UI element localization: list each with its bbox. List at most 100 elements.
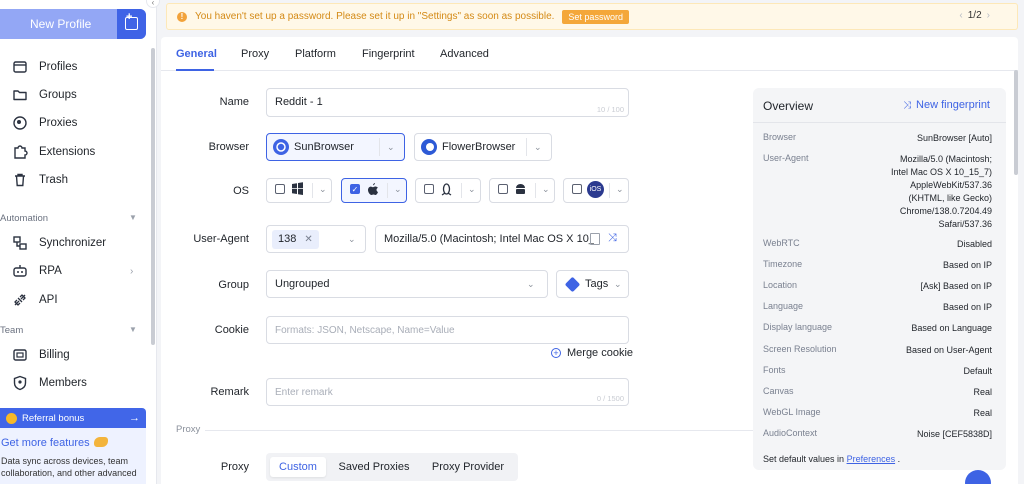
merge-cookie-button[interactable]: + Merge cookie [551, 347, 633, 359]
dropdown-separator [379, 138, 380, 156]
close-icon[interactable]: ✕ [304, 234, 312, 245]
globe-icon [12, 115, 28, 131]
proxy-option-saved[interactable]: Saved Proxies [333, 457, 415, 477]
user-agent-input[interactable]: Mozilla/5.0 (Macintosh; Intel Mac OS X 1… [375, 225, 629, 253]
cookie-input[interactable]: Formats: JSON, Netscape, Name=Value [266, 316, 629, 344]
chevron-down-icon: ▼ [129, 325, 137, 334]
referral-header: Referral bonus → [0, 408, 146, 428]
chevron-down-icon[interactable]: ⌄ [616, 184, 624, 195]
shuffle-icon[interactable]: ⤨ [608, 232, 617, 245]
remark-counter: 0 / 1500 [596, 394, 624, 403]
sidebar-scrollbar[interactable] [151, 48, 155, 345]
sidebar-item-profiles[interactable]: Profiles [12, 56, 77, 78]
chevron-down-icon[interactable]: ⌄ [534, 142, 542, 153]
trash-icon [12, 172, 28, 188]
referral-description: Data sync across devices, team collabora… [1, 456, 137, 478]
proxy-option-custom[interactable]: Custom [270, 457, 326, 477]
puzzle-icon [12, 144, 28, 160]
referral-title[interactable]: Get more features [1, 437, 108, 449]
chevron-down-icon[interactable]: ⌄ [348, 234, 356, 245]
sidebar-item-members[interactable]: Members [12, 372, 87, 394]
browser-label: Browser [208, 141, 249, 153]
sidebar-item-label: Members [39, 377, 87, 389]
overview-key: AudioContext [763, 428, 818, 438]
automation-title: Automation [0, 213, 49, 224]
android-checkbox[interactable] [498, 184, 508, 194]
ios-checkbox[interactable] [572, 184, 582, 194]
arrow-right-icon[interactable]: → [129, 412, 140, 424]
new-fingerprint-button[interactable]: ⤨ New fingerprint [903, 99, 990, 111]
section-title-team[interactable]: Team ▼ [0, 325, 140, 336]
remark-label: Remark [210, 386, 249, 398]
remark-input[interactable]: Enter remark 0 / 1500 [266, 378, 629, 406]
chevron-down-icon[interactable]: ⌄ [468, 184, 476, 195]
sidebar-item-extensions[interactable]: Extensions [12, 141, 95, 163]
os-option-macos[interactable]: ✓ ⌄ [341, 178, 407, 203]
os-option-linux[interactable]: ⌄ [415, 178, 481, 203]
sidebar-item-rpa[interactable]: RPA › [12, 260, 152, 282]
warning-icon: ! [177, 11, 187, 22]
sidebar-item-synchronizer[interactable]: Synchronizer [12, 232, 106, 254]
tab-general[interactable]: General [176, 48, 217, 60]
os-label: OS [233, 185, 249, 197]
chevron-right-icon[interactable]: › [987, 10, 990, 21]
name-input[interactable]: Reddit - 1 10 / 100 [266, 88, 629, 117]
overview-value: Real [973, 387, 992, 397]
sidebar-item-label: Billing [39, 349, 70, 361]
new-profile-button[interactable]: New Profile + [0, 9, 146, 39]
sidebar-item-label: Profiles [39, 61, 78, 73]
browser-option-sunbrowser[interactable]: SunBrowser ⌄ [266, 133, 405, 161]
linux-checkbox[interactable] [424, 184, 434, 194]
team-title: Team [0, 325, 24, 336]
chevron-down-icon[interactable]: ⌄ [527, 279, 535, 290]
chevron-down-icon[interactable]: ⌄ [387, 142, 395, 153]
sidebar-item-trash[interactable]: Trash [12, 169, 68, 191]
sidebar-item-billing[interactable]: Billing [12, 344, 70, 366]
section-divider [205, 430, 845, 431]
os-option-windows[interactable]: ⌄ [266, 178, 332, 203]
sidebar-item-label: RPA [39, 265, 62, 277]
section-title-automation[interactable]: Automation ▼ [0, 213, 140, 224]
tags-label: Tags [585, 278, 609, 290]
main-scrollbar[interactable] [1014, 70, 1018, 175]
banner-page: 1/2 [967, 10, 982, 21]
browser-option-flowerbrowser[interactable]: FlowerBrowser ⌄ [414, 133, 552, 161]
tab-proxy[interactable]: Proxy [241, 48, 269, 60]
os-option-android[interactable]: ⌄ [489, 178, 555, 203]
sidebar-item-proxies[interactable]: Proxies [12, 112, 77, 134]
overview-value: Disabled [956, 239, 992, 249]
sidebar-item-label: Extensions [39, 146, 96, 158]
chevron-down-icon[interactable]: ⌄ [614, 279, 622, 290]
windows-checkbox[interactable] [275, 184, 285, 194]
overview-footer: Set default values in Preferences . [763, 454, 900, 464]
remark-placeholder: Enter remark [275, 387, 333, 398]
sidebar-item-groups[interactable]: Groups [12, 84, 77, 106]
proxy-option-provider[interactable]: Proxy Provider [423, 457, 513, 477]
set-password-button[interactable]: Set password [562, 9, 629, 24]
group-select[interactable]: Ungrouped ⌄ [266, 270, 548, 298]
tab-platform[interactable]: Platform [295, 48, 336, 60]
document-icon[interactable] [590, 233, 600, 245]
overview-value: Based on User-Agent [905, 345, 992, 355]
preferences-link[interactable]: Preferences [847, 454, 896, 464]
folder-icon [12, 87, 28, 103]
os-option-ios[interactable]: iOS ⌄ [563, 178, 629, 203]
overview-key: Screen Resolution [763, 344, 837, 354]
chevron-down-icon[interactable]: ⌄ [319, 184, 327, 195]
chevron-down-icon[interactable]: ⌄ [394, 184, 402, 195]
sidebar-item-label: Synchronizer [39, 237, 107, 249]
collapse-sidebar-button[interactable]: ‹ [146, 0, 160, 8]
overview-key: WebGL Image [763, 407, 821, 417]
profiles-icon [12, 59, 28, 75]
chevron-left-icon[interactable]: ‹ [959, 10, 962, 21]
chevron-down-icon[interactable]: ⌄ [542, 184, 550, 195]
tags-select[interactable]: Tags ⌄ [556, 270, 629, 298]
macos-checkbox[interactable]: ✓ [350, 184, 360, 194]
sidebar-item-api[interactable]: API [12, 289, 58, 311]
add-profile-icon[interactable]: + [117, 9, 146, 39]
coin-icon [6, 412, 17, 424]
tab-fingerprint[interactable]: Fingerprint [362, 48, 415, 60]
ua-version-select[interactable]: 138 ✕ ⌄ [266, 225, 366, 253]
referral-card[interactable]: Referral bonus → Get more features Data … [0, 408, 146, 484]
tab-advanced[interactable]: Advanced [440, 48, 489, 60]
